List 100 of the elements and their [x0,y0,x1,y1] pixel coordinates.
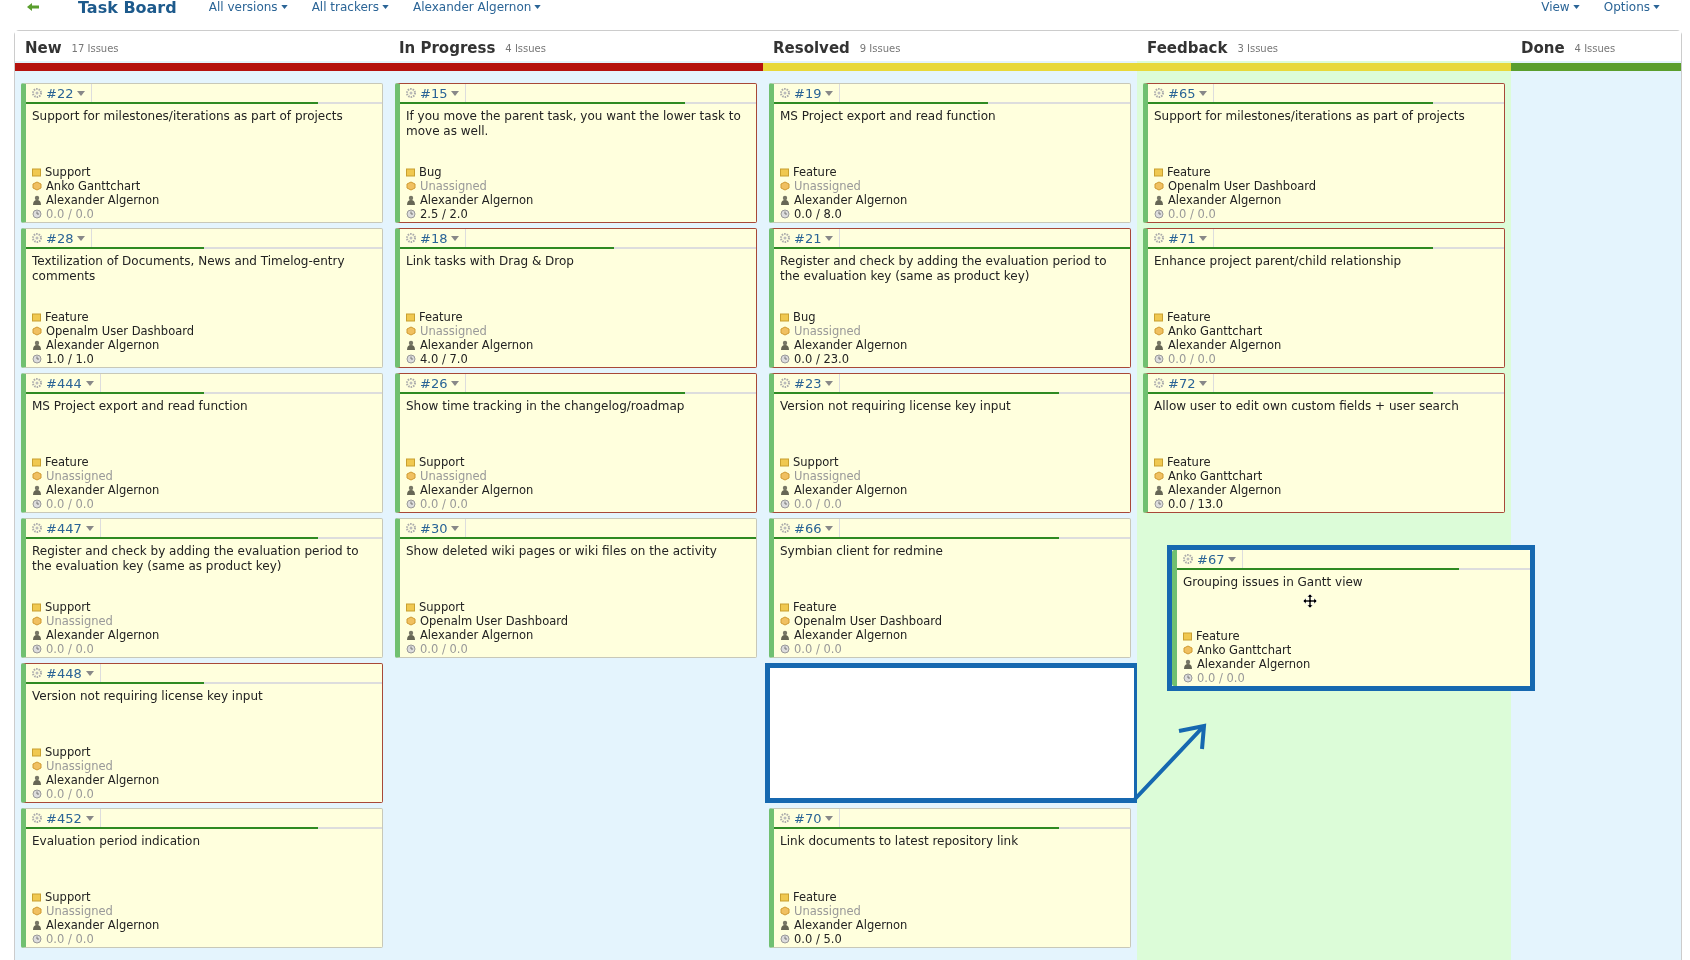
issue-card[interactable]: #66 Symbian client for redmine Feature Openalm User Dashboard Alexander Algernon 0.0 / 0.0 [769,518,1131,658]
caret-icon[interactable] [451,90,460,96]
menu-dropdown[interactable]: View [1541,0,1580,14]
gear-icon [1154,378,1164,388]
issue-card[interactable]: #71 Enhance project parent/child relationship Feature Anko Ganttchart Alexander Algernon 0.0 / 0.0 [1143,228,1505,368]
hours-label: 0.0 / 0.0 [46,787,94,801]
category-label: Unassigned [794,179,861,193]
category-label: Unassigned [794,904,861,918]
issue-card[interactable]: #23 Version not requiring license key input Support Unassigned Alexander Algernon 0.0 / 0.0 [769,373,1131,513]
issue-id-link[interactable]: #72 [1168,375,1196,391]
issue-card[interactable]: #447 Register and check by adding the evaluation period to the evaluation key (same as product key) Support Unassigned Alexander Algernon 0.0 / 0.0 [21,518,383,658]
clock-icon [780,934,790,944]
issue-id-link[interactable]: #444 [46,375,82,391]
issue-id-link[interactable]: #65 [1168,85,1196,101]
gear-icon [1154,88,1164,98]
issue-id-link[interactable]: #447 [46,520,82,536]
gear-icon [406,523,416,533]
menu-dropdown[interactable]: Options [1603,0,1660,14]
assignee-label: Alexander Algernon [420,338,534,352]
issue-id-link[interactable]: #448 [46,665,82,681]
issue-id-link[interactable]: #18 [420,230,448,246]
issue-id-link[interactable]: #21 [794,230,822,246]
issue-card[interactable]: #15 If you move the parent task, you want the lower task to move as well. Bug Unassigned Alexander Algernon 2.5 / 2.0 [395,83,757,223]
box-icon [406,181,416,191]
caret-icon[interactable] [825,815,834,821]
caret-icon[interactable] [825,525,834,531]
category-label: Unassigned [420,324,487,338]
issue-count: 4 Issues [505,42,546,54]
caret-icon [534,5,542,9]
caret-icon[interactable] [77,90,86,96]
clock-icon [1154,209,1164,219]
clock-icon [32,644,42,654]
tracker-label: Support [419,455,465,469]
issue-card[interactable]: #28 Textilization of Documents, News and Timelog-entry comments Feature Openalm User Dashboard Alexander Algernon 1.0 / 1.0 [21,228,383,368]
issue-card[interactable]: #21 Register and check by adding the evaluation period to the evaluation key (same as product key) Bug Unassigned Alexander Algernon 0.0 / 23.0 [769,228,1131,368]
clock-icon [32,934,42,944]
category-label: Unassigned [46,469,113,483]
category-label: Unassigned [794,324,861,338]
issue-id-link[interactable]: #452 [46,810,82,826]
issue-card[interactable]: #18 Link tasks with Drag & Drop Feature Unassigned Alexander Algernon 4.0 / 7.0 [395,228,757,368]
person-icon [1154,195,1164,205]
issue-id-link[interactable]: #22 [46,85,74,101]
box-icon [32,181,42,191]
issue-card[interactable]: #22 Support for milestones/iterations as part of projects Support Anko Ganttchart Alexander Algernon 0.0 / 0.0 [21,83,383,223]
issue-id-link[interactable]: #30 [420,520,448,536]
caret-icon[interactable] [451,380,460,386]
issue-id-link[interactable]: #71 [1168,230,1196,246]
issue-card[interactable]: #452 Evaluation period indication Support Unassigned Alexander Algernon 0.0 / 0.0 [21,808,383,948]
back-arrow-icon[interactable] [26,2,40,12]
caret-icon[interactable] [85,815,94,821]
hours-label: 0.0 / 0.0 [46,497,94,511]
issue-card[interactable]: #67 Grouping issues in Gantt view Feature Anko Ganttchart Alexander Algernon 0.0 / 0.0 [1172,550,1530,686]
caret-icon[interactable] [1199,380,1208,386]
tracker-icon [1154,312,1163,322]
tracker-label: Support [793,455,839,469]
caret-icon[interactable] [825,90,834,96]
gear-icon [406,88,416,98]
issue-title: Enhance project parent/child relationship [1153,253,1403,269]
issue-card[interactable]: #444 MS Project export and read function Feature Unassigned Alexander Algernon 0.0 / 0.0 [21,373,383,513]
caret-icon[interactable] [1228,556,1237,562]
issue-id-link[interactable]: #70 [794,810,822,826]
issue-id-link[interactable]: #23 [794,375,822,391]
issue-card[interactable]: #448 Version not requiring license key input Support Unassigned Alexander Algernon 0.0 / 0.0 [21,663,383,803]
gear-icon [1183,554,1193,564]
category-label: Unassigned [46,759,113,773]
issue-count: 4 Issues [1574,42,1616,54]
caret-icon[interactable] [1199,235,1208,241]
caret-icon[interactable] [825,235,834,241]
issue-id-link[interactable]: #26 [420,375,448,391]
issue-card[interactable]: #19 MS Project export and read function Feature Unassigned Alexander Algernon 0.0 / 8.0 [769,83,1131,223]
caret-icon [1653,5,1660,9]
filter-dropdown[interactable]: All versions [208,0,288,14]
issue-id-link[interactable]: #67 [1197,551,1225,567]
caret-icon[interactable] [451,235,460,241]
clock-icon [780,354,790,364]
caret-icon[interactable] [1199,90,1208,96]
issue-card[interactable]: #26 Show time tracking in the changelog/roadmap Support Unassigned Alexander Algernon 0.0 / 0.0 [395,373,757,513]
issue-id-link[interactable]: #66 [794,520,822,536]
issue-card[interactable]: #72 Allow user to edit own custom fields + user search Feature Anko Ganttchart Alexander Algernon 0.0 / 13.0 [1143,373,1505,513]
issue-id-link[interactable]: #19 [794,85,822,101]
category-label: Openalm User Dashboard [1168,179,1317,193]
category-label: Anko Ganttchart [1168,469,1263,483]
filter-dropdown[interactable]: Alexander Algernon [413,0,542,14]
caret-icon[interactable] [85,380,94,386]
caret-icon[interactable] [85,525,94,531]
issue-title: MS Project export and read function [31,398,249,414]
issue-id-link[interactable]: #15 [420,85,448,101]
caret-icon[interactable] [85,670,94,676]
caret-icon[interactable] [77,235,86,241]
caret-icon[interactable] [825,380,834,386]
caret-icon[interactable] [451,525,460,531]
issue-card[interactable]: #30 Show deleted wiki pages or wiki files on the activity Support Openalm User Dashboard Alexander Algernon 0.0 / 0.0 [395,518,757,658]
filter-dropdown[interactable]: All trackers [311,0,389,14]
tracker-icon [406,457,415,467]
issue-card[interactable]: #65 Support for milestones/iterations as part of projects Feature Openalm User Dashboard Alexander Algernon 0.0 / 0.0 [1143,83,1505,223]
issue-id-link[interactable]: #28 [46,230,74,246]
page-title: Task Board [78,0,177,16]
issue-card[interactable]: #70 Link documents to latest repository link Feature Unassigned Alexander Algernon 0.0 / 5.0 [769,808,1131,948]
person-icon [32,920,42,930]
tracker-label: Feature [45,455,89,469]
